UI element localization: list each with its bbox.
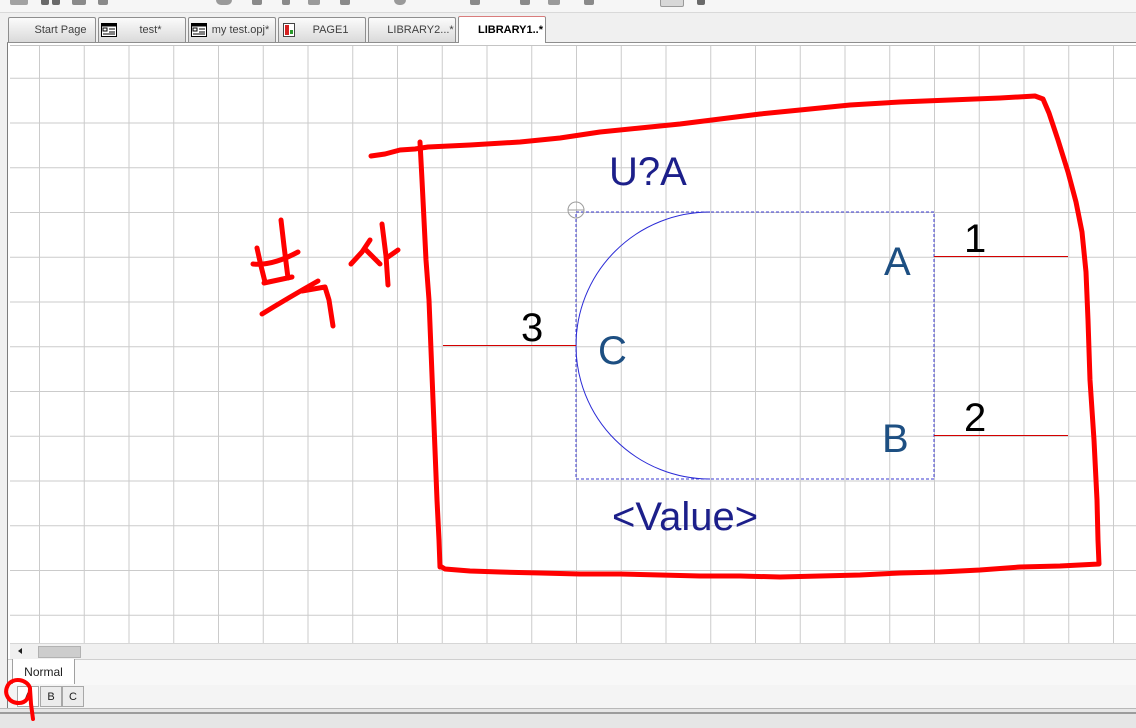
tab-test[interactable]: test* [98, 17, 186, 42]
toolbar-button-icon[interactable] [660, 0, 684, 7]
tab-label: B [47, 690, 55, 703]
part-value[interactable]: <Value> [612, 495, 758, 539]
document-tabs: Start Page test* my test.opj* PAGE1 LIBR… [8, 16, 548, 43]
status-bar [0, 708, 1136, 728]
part-editor-canvas[interactable]: U?A <Value> 1 A 2 B 3 C [10, 46, 1136, 643]
schematic-page-icon [101, 23, 117, 37]
grid [10, 46, 1136, 643]
schematic-sheet-icon [281, 23, 297, 37]
toolbar-button-icon[interactable] [394, 0, 406, 5]
part-section-tab-a[interactable]: A [17, 686, 39, 707]
toolbar-button-icon[interactable] [340, 0, 350, 5]
pin-number[interactable]: 2 [964, 396, 986, 440]
toolbar-button-icon[interactable] [470, 0, 480, 5]
toolbar-button-icon[interactable] [282, 0, 290, 5]
part-section-tab-c[interactable]: C [62, 686, 84, 707]
toolbar-button-icon[interactable] [72, 0, 86, 5]
pin-number[interactable]: 3 [521, 306, 543, 350]
toolbar [0, 0, 1136, 13]
part-reference[interactable]: U?A [609, 150, 687, 194]
horizontal-scrollbar[interactable] [10, 643, 1136, 659]
toolbar-button-icon[interactable] [584, 0, 594, 5]
part-section-bar [8, 685, 1136, 708]
tab-start-page[interactable]: Start Page [8, 17, 96, 42]
tab-label: test* [139, 24, 162, 36]
pin-name[interactable]: C [598, 329, 627, 373]
tab-label: C [69, 690, 77, 703]
tab-label: Start Page [34, 24, 87, 36]
toolbar-button-icon[interactable] [41, 0, 49, 5]
toolbar-button-icon[interactable] [697, 0, 705, 5]
scroll-left-arrow-icon[interactable] [14, 645, 26, 658]
tab-page1[interactable]: PAGE1 [278, 17, 366, 42]
toolbar-button-icon[interactable] [308, 0, 320, 5]
tab-normal-view[interactable]: Normal [12, 659, 75, 684]
toolbar-button-icon[interactable] [548, 0, 560, 5]
pin-number[interactable]: 1 [964, 217, 986, 261]
document-window-border [7, 43, 8, 708]
toolbar-button-icon[interactable] [52, 0, 60, 5]
tab-label: Normal [24, 664, 63, 679]
scrollbar-thumb[interactable] [38, 646, 81, 658]
pin-name[interactable]: A [884, 240, 911, 284]
tab-label: A [24, 690, 32, 703]
tab-label: LIBRARY2...* [387, 24, 454, 36]
toolbar-button-icon[interactable] [98, 0, 108, 5]
toolbar-button-icon[interactable] [252, 0, 262, 5]
tab-label: LIBRARY1..* [478, 24, 543, 36]
tab-my-test-project[interactable]: my test.opj* [188, 17, 276, 42]
toolbar-button-icon[interactable] [10, 0, 28, 5]
part-section-tab-b[interactable]: B [40, 686, 62, 707]
toolbar-button-icon[interactable] [520, 0, 530, 5]
package-view-bar [8, 659, 1136, 686]
tab-library1[interactable]: LIBRARY1..* [458, 16, 546, 43]
project-icon [191, 23, 207, 37]
tab-label: PAGE1 [312, 24, 349, 36]
pin-name[interactable]: B [882, 417, 909, 461]
tab-library2[interactable]: LIBRARY2...* [368, 17, 456, 42]
status-bar-divider [0, 712, 1136, 714]
tab-label: my test.opj* [211, 24, 270, 36]
toolbar-button-icon[interactable] [216, 0, 232, 5]
